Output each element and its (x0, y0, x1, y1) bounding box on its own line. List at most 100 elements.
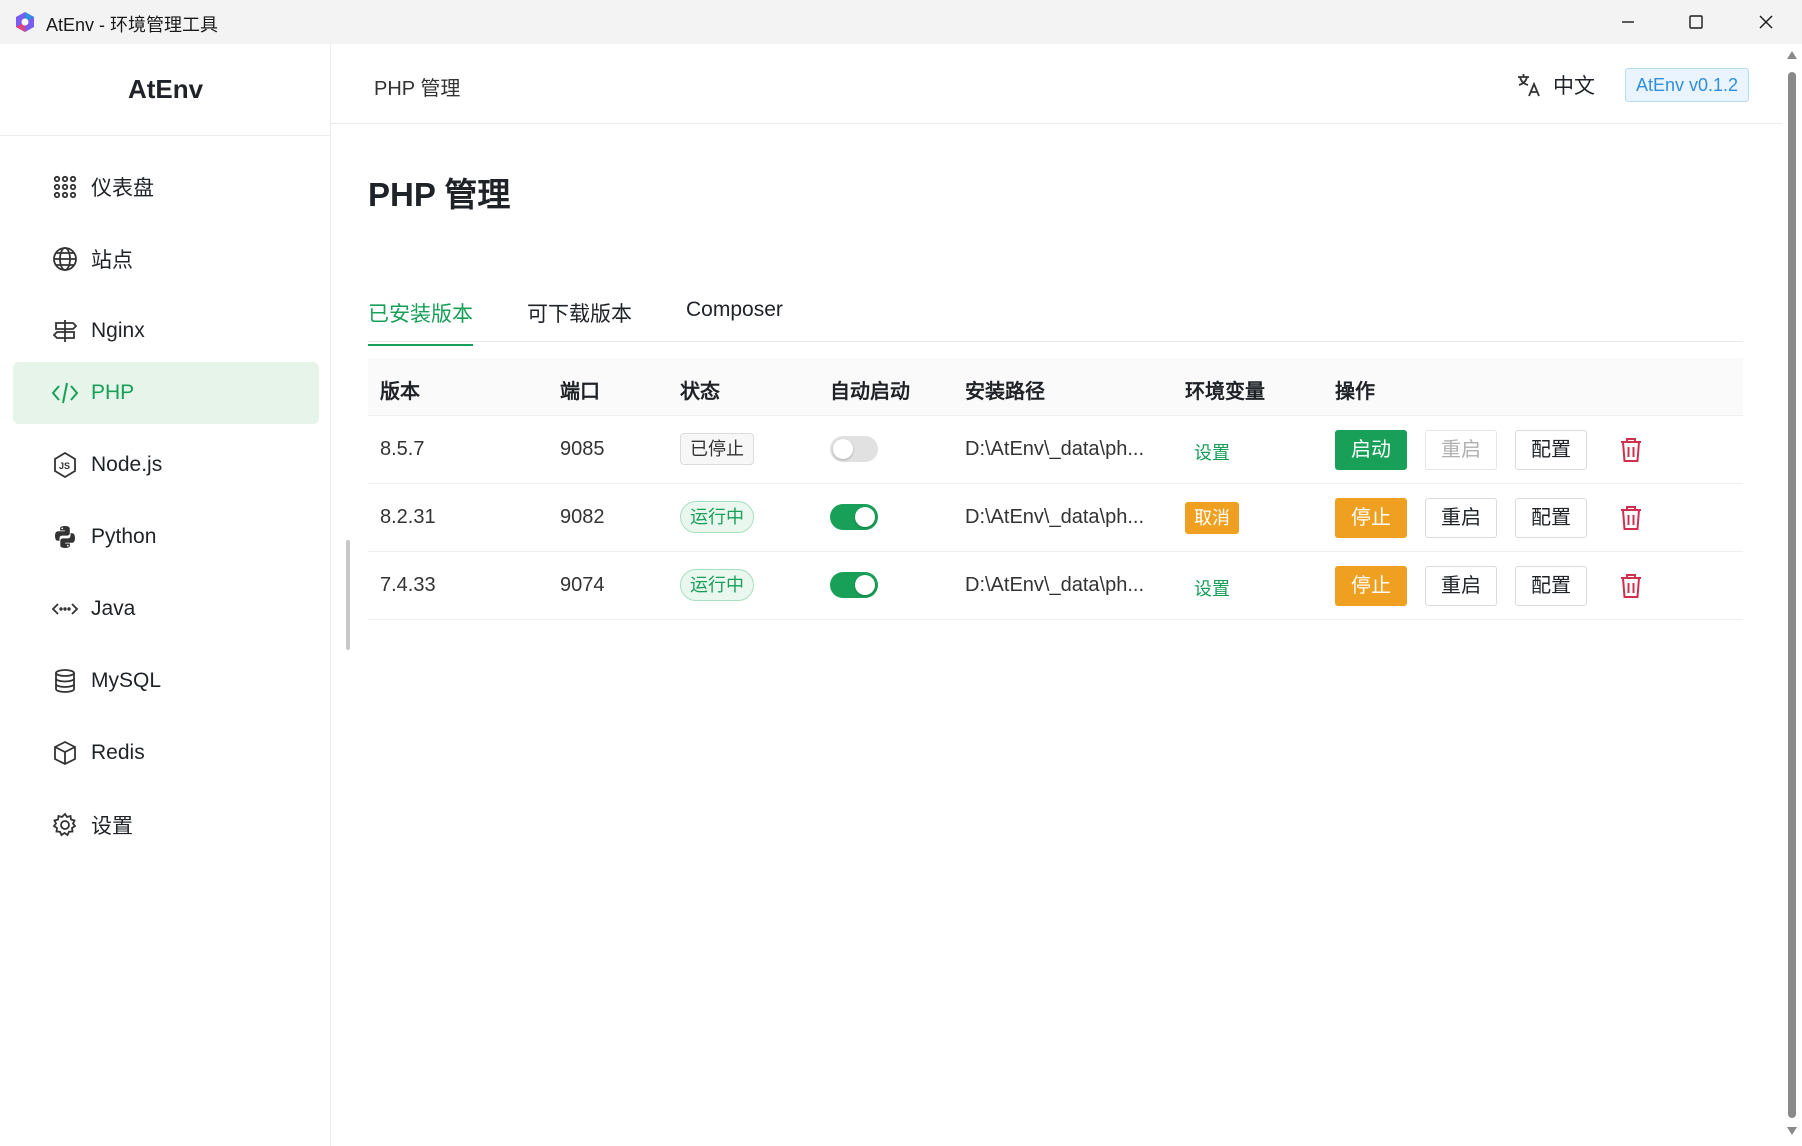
sidebar-item-php[interactable]: PHP (13, 362, 319, 424)
svg-text:JS: JS (59, 461, 70, 471)
gear-icon (51, 811, 79, 839)
scroll-down-arrow-icon[interactable] (1786, 1126, 1798, 1136)
page-title: PHP 管理 (368, 176, 511, 213)
env-cancel-button[interactable]: 取消 (1185, 502, 1239, 534)
scroll-up-arrow-icon[interactable] (1786, 50, 1798, 60)
breadcrumb: PHP 管理 (374, 78, 461, 100)
sidebar-item-label: 仪表盘 (91, 177, 154, 200)
env-set-link[interactable]: 设置 (1194, 439, 1230, 465)
sidebar-item-mysql[interactable]: MySQL (13, 650, 319, 712)
sidebar-item-label: PHP (91, 381, 135, 404)
sidebar-item-label: Java (91, 597, 136, 620)
sidebar-item-python[interactable]: Python (13, 506, 319, 568)
top-header: PHP 管理 中文 AtEnv v0.1.2 (331, 44, 1782, 124)
close-icon (1759, 15, 1773, 29)
signpost-icon (51, 317, 79, 345)
tab-installed[interactable]: 已安装版本 (368, 298, 473, 346)
sidebar: AtEnv 仪表盘 站点 Nginx PHP JS Node.js Python… (0, 44, 331, 1146)
column-header-version: 版本 (380, 381, 420, 403)
port-cell: 9082 (560, 506, 605, 528)
sidebar-item-settings[interactable]: 设置 (13, 794, 319, 856)
language-label: 中文 (1553, 75, 1595, 98)
sidebar-item-redis[interactable]: Redis (13, 722, 319, 784)
scrollbar-thumb[interactable] (1788, 72, 1796, 1118)
trash-icon[interactable] (1618, 572, 1644, 600)
table-row: 7.4.33 9074 运行中 D:\AtEnv\_data\ph... 设置 … (368, 552, 1743, 620)
version-cell: 7.4.33 (380, 574, 436, 596)
path-cell: D:\AtEnv\_data\ph... (965, 574, 1144, 596)
status-badge: 已停止 (680, 433, 754, 465)
sidebar-item-label: Nginx (91, 319, 145, 342)
table-row: 8.5.7 9085 已停止 D:\AtEnv\_data\ph... 设置 启… (368, 416, 1743, 484)
port-cell: 9074 (560, 574, 605, 596)
minimize-icon (1622, 21, 1634, 23)
path-cell: D:\AtEnv\_data\ph... (965, 506, 1144, 528)
autostart-toggle[interactable] (830, 504, 878, 530)
close-button[interactable] (1730, 0, 1802, 44)
status-badge: 运行中 (680, 569, 754, 601)
tab-bar: 已安装版本 可下载版本 Composer (368, 290, 1743, 346)
nodejs-icon: JS (51, 451, 79, 479)
column-header-status: 状态 (680, 381, 720, 403)
config-button[interactable]: 配置 (1515, 430, 1587, 470)
window-title: AtEnv - 环境管理工具 (46, 15, 219, 35)
sidebar-item-sites[interactable]: 站点 (13, 228, 319, 290)
dashboard-grid-icon (51, 173, 79, 201)
autostart-toggle[interactable] (830, 436, 878, 462)
config-button[interactable]: 配置 (1515, 566, 1587, 606)
table-row: 8.2.31 9082 运行中 D:\AtEnv\_data\ph... 取消 … (368, 484, 1743, 552)
tab-composer[interactable]: Composer (686, 298, 783, 338)
sidebar-item-nginx[interactable]: Nginx (13, 300, 319, 362)
restart-button[interactable]: 重启 (1425, 566, 1497, 606)
brand-title: AtEnv (0, 44, 331, 136)
language-switcher[interactable]: 中文 (1515, 70, 1595, 100)
status-badge: 运行中 (680, 501, 754, 533)
restart-button[interactable]: 重启 (1425, 498, 1497, 538)
sidebar-item-nodejs[interactable]: JS Node.js (13, 434, 319, 496)
sidebar-item-label: 设置 (91, 815, 133, 838)
table-header: 版本 端口 状态 自动启动 安装路径 环境变量 操作 (368, 358, 1743, 416)
app-logo-icon (16, 12, 34, 32)
config-button[interactable]: 配置 (1515, 498, 1587, 538)
version-badge: AtEnv v0.1.2 (1625, 68, 1750, 102)
cube-icon (51, 739, 79, 767)
version-cell: 8.2.31 (380, 506, 436, 528)
path-cell: D:\AtEnv\_data\ph... (965, 438, 1144, 460)
sidebar-item-label: Node.js (91, 453, 163, 476)
trash-icon[interactable] (1618, 436, 1644, 464)
sidebar-item-dashboard[interactable]: 仪表盘 (13, 156, 319, 218)
column-header-autostart: 自动启动 (830, 381, 910, 403)
maximize-icon (1689, 15, 1703, 29)
env-set-link[interactable]: 设置 (1194, 575, 1230, 601)
sidebar-item-label: 站点 (91, 249, 133, 272)
code-icon (51, 379, 79, 407)
sidebar-item-label: MySQL (91, 669, 162, 692)
stop-button[interactable]: 停止 (1335, 566, 1407, 606)
main-scrollbar[interactable] (1782, 44, 1802, 1146)
java-arrows-icon (51, 595, 79, 623)
maximize-button[interactable] (1660, 0, 1732, 44)
restart-button[interactable]: 重启 (1425, 430, 1497, 470)
column-header-env: 环境变量 (1185, 381, 1265, 403)
translate-icon (1518, 74, 1540, 97)
sidebar-scrollbar[interactable] (346, 540, 350, 650)
column-header-path: 安装路径 (965, 381, 1045, 403)
php-versions-table: 版本 端口 状态 自动启动 安装路径 环境变量 操作 8.5.7 9085 已停… (368, 358, 1743, 620)
minimize-button[interactable] (1592, 0, 1664, 44)
trash-icon[interactable] (1618, 504, 1644, 532)
port-cell: 9085 (560, 438, 605, 460)
toggle-knob (855, 507, 875, 527)
sidebar-item-label: Redis (91, 741, 145, 764)
toggle-knob (855, 575, 875, 595)
tab-downloadable[interactable]: 可下载版本 (527, 298, 632, 344)
version-cell: 8.5.7 (380, 438, 425, 460)
sidebar-item-java[interactable]: Java (13, 578, 319, 640)
start-button[interactable]: 启动 (1335, 430, 1407, 470)
python-icon (51, 523, 79, 551)
autostart-toggle[interactable] (830, 572, 878, 598)
toggle-knob (833, 439, 853, 459)
column-header-port: 端口 (560, 381, 600, 403)
globe-icon (51, 245, 79, 273)
database-icon (51, 667, 79, 695)
stop-button[interactable]: 停止 (1335, 498, 1407, 538)
